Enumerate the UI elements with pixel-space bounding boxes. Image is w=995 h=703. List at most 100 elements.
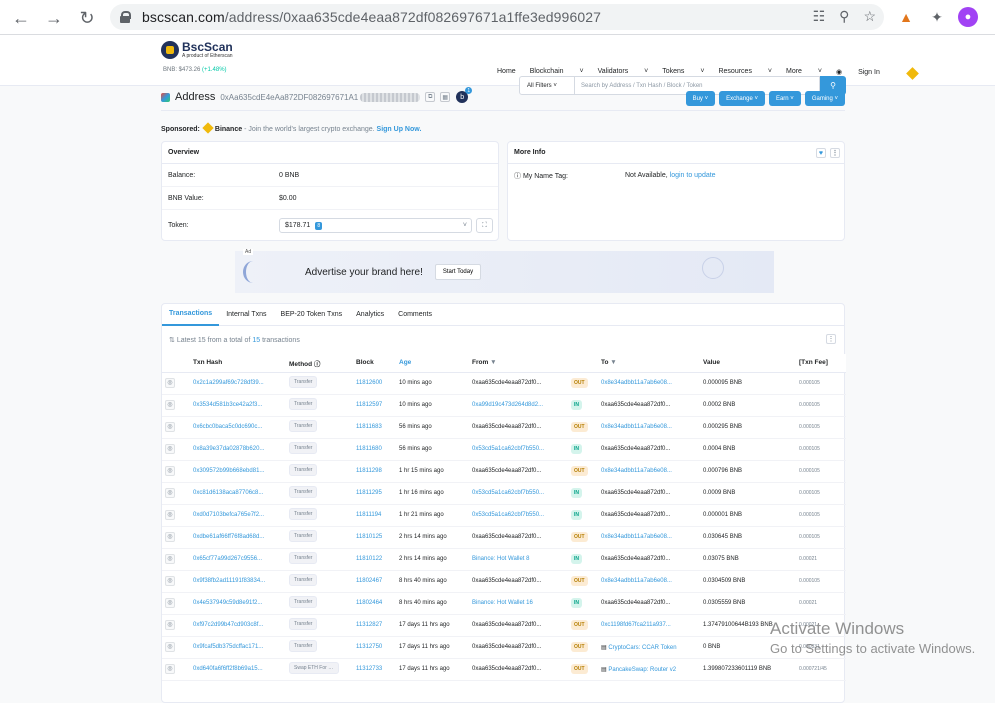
- ad-banner[interactable]: Ad Advertise your brand here! Start Toda…: [235, 249, 774, 293]
- block-link[interactable]: 11810122: [356, 556, 382, 562]
- txn-hash-link[interactable]: 0xc81d6138aca87706c8...: [193, 490, 263, 496]
- block-link[interactable]: 11811680: [356, 446, 382, 452]
- txn-hash-link[interactable]: 0x65cf77a99d267c9556...: [193, 556, 262, 562]
- exchange-button[interactable]: Exchange ˅: [719, 91, 765, 106]
- tab-analytics[interactable]: Analytics: [349, 304, 391, 326]
- more-options-icon[interactable]: ⋮: [826, 334, 836, 344]
- start-today-button[interactable]: Start Today: [434, 264, 482, 280]
- qr-code-icon[interactable]: ▦: [440, 92, 451, 102]
- txn-hash-link[interactable]: 0x9fcaf5db375dcffac171...: [193, 644, 263, 650]
- block-link[interactable]: 11802464: [356, 600, 382, 606]
- block-link[interactable]: 11810125: [356, 534, 382, 540]
- txn-hash-link[interactable]: 0x309572b99b668ebd81...: [193, 468, 264, 474]
- view-details-eye-icon[interactable]: ◎: [165, 466, 175, 476]
- view-details-eye-icon[interactable]: ◎: [165, 400, 175, 410]
- heart-icon[interactable]: ♥: [816, 148, 826, 158]
- bookmark-star-icon[interactable]: ☆: [863, 8, 876, 25]
- txn-hash-link[interactable]: 0x6cbc0baca5c0dc690c...: [193, 424, 262, 430]
- to-address[interactable]: 0x8e34adbb11a7ab6e08...: [601, 578, 672, 584]
- bnb-logo-icon[interactable]: [905, 67, 919, 80]
- more-options-icon[interactable]: ⋮: [830, 148, 840, 158]
- zoom-icon[interactable]: ⚲: [839, 8, 849, 25]
- view-details-eye-icon[interactable]: ◎: [165, 642, 175, 652]
- block-link[interactable]: 11802467: [356, 578, 382, 584]
- block-link[interactable]: 11312750: [356, 644, 382, 650]
- tab-transactions[interactable]: Transactions: [162, 304, 220, 326]
- view-details-eye-icon[interactable]: ◎: [165, 620, 175, 630]
- nav-home[interactable]: Home: [497, 68, 516, 78]
- nav-sign-in[interactable]: ◉ Sign In: [836, 68, 894, 78]
- view-details-eye-icon[interactable]: ◎: [165, 488, 175, 498]
- block-link[interactable]: 11812600: [356, 380, 382, 386]
- from-address[interactable]: 0x53cd5a1ca62cbf7b550...: [472, 512, 544, 518]
- copy-icon[interactable]: ⧉: [425, 92, 436, 102]
- to-address[interactable]: 0xc1198fd67fca211a937...: [601, 622, 671, 628]
- txn-hash-link[interactable]: 0x9f38fb2ad11191f83834...: [193, 578, 265, 584]
- to-address[interactable]: 0x8e34adbb11a7ab6e08...: [601, 424, 672, 430]
- token-dropdown[interactable]: $178.71 8 ˅: [279, 218, 472, 233]
- txn-hash-link[interactable]: 0xf97c2d99b47cd903c8f...: [193, 622, 263, 628]
- sign-up-link[interactable]: Sign Up Now.: [377, 126, 422, 133]
- block-link[interactable]: 11811298: [356, 468, 382, 474]
- bscscan-logo[interactable]: BscScan A product of Etherscan: [161, 41, 233, 59]
- nav-resources[interactable]: Resources ˅: [718, 68, 772, 78]
- nav-more[interactable]: More ˅: [786, 68, 822, 78]
- to-address[interactable]: 0x8e34adbb11a7ab6e08...: [601, 534, 672, 540]
- view-details-eye-icon[interactable]: ◎: [165, 598, 175, 608]
- nav-validators[interactable]: Validators ˅: [598, 68, 649, 78]
- view-details-eye-icon[interactable]: ◎: [165, 576, 175, 586]
- from-address[interactable]: 0x53cd5a1ca62cbf7b550...: [472, 490, 544, 496]
- expand-icon[interactable]: ⛶: [476, 218, 493, 233]
- reload-icon[interactable]: ↻: [76, 7, 98, 29]
- filter-icon[interactable]: ▼: [490, 359, 496, 366]
- block-link[interactable]: 11312827: [356, 622, 382, 628]
- to-address[interactable]: CryptoCars: CCAR Token: [608, 645, 676, 651]
- nav-tokens[interactable]: Tokens ˅: [662, 68, 704, 78]
- tab-internal-txns[interactable]: Internal Txns: [219, 304, 273, 326]
- nav-blockchain[interactable]: Blockchain ˅: [530, 68, 584, 78]
- txn-hash-link[interactable]: 0x2c1a299af69c728df39...: [193, 380, 264, 386]
- from-address[interactable]: Binance: Hot Wallet 8: [472, 556, 529, 562]
- block-link[interactable]: 11811194: [356, 512, 381, 518]
- block-link[interactable]: 11812597: [356, 402, 382, 408]
- from-address[interactable]: 0xa99d19c473d264d8d2...: [472, 402, 543, 408]
- txn-hash-link[interactable]: 0xdbe61af66ff76f8ad68d...: [193, 534, 264, 540]
- back-arrow-icon[interactable]: ←: [10, 7, 32, 29]
- view-details-eye-icon[interactable]: ◎: [165, 532, 175, 542]
- earn-button[interactable]: Earn ˅: [768, 91, 801, 106]
- tab-comments[interactable]: Comments: [391, 304, 439, 326]
- block-link[interactable]: 11811295: [356, 490, 382, 496]
- view-details-eye-icon[interactable]: ◎: [165, 554, 175, 564]
- to-address[interactable]: 0x8e34adbb11a7ab6e08...: [601, 468, 672, 474]
- block-link[interactable]: 11312733: [356, 666, 382, 672]
- filter-icon[interactable]: ▼: [610, 359, 616, 366]
- txn-hash-link[interactable]: 0x4e537949c59d8e91f2...: [193, 600, 262, 606]
- view-details-eye-icon[interactable]: ◎: [165, 444, 175, 454]
- address-bar[interactable]: bscscan.com/address/0xaa635cde4eaa872df0…: [110, 4, 884, 30]
- buy-button[interactable]: Buy ˅: [685, 91, 716, 106]
- txn-hash-link[interactable]: 0xd0d7103befca765e7f2...: [193, 512, 264, 518]
- gaming-button[interactable]: Gaming ˅: [804, 91, 845, 106]
- view-details-eye-icon[interactable]: ◎: [165, 422, 175, 432]
- view-details-eye-icon[interactable]: ◎: [165, 378, 175, 388]
- translate-icon[interactable]: ☷: [813, 8, 826, 25]
- col-age[interactable]: Age: [396, 354, 469, 373]
- txn-hash-link[interactable]: 0x3534d581b3ce42a2f3...: [193, 402, 262, 408]
- txn-hash-link[interactable]: 0x8a39e37da02878b620...: [193, 446, 264, 452]
- total-count-link[interactable]: 15: [252, 337, 260, 344]
- to-address[interactable]: 0x8e34adbb11a7ab6e08...: [601, 380, 672, 386]
- blockscan-chat-icon[interactable]: b1: [456, 87, 473, 103]
- profile-avatar-icon[interactable]: ●: [958, 7, 978, 27]
- tab-bep20-token-txns[interactable]: BEP-20 Token Txns: [274, 304, 350, 326]
- from-address[interactable]: 0x53cd5a1ca62cbf7b550...: [472, 446, 544, 452]
- txn-hash-link[interactable]: 0xd640fa6f6ff2f8b69a15...: [193, 666, 263, 672]
- extensions-puzzle-icon[interactable]: ✦: [927, 7, 947, 27]
- col-txn-fee[interactable]: [Txn Fee]: [796, 354, 846, 373]
- block-link[interactable]: 11811683: [356, 424, 382, 430]
- to-address[interactable]: PancakeSwap: Router v2: [608, 667, 676, 673]
- forward-arrow-icon[interactable]: →: [43, 7, 65, 29]
- metamask-fox-icon[interactable]: ▲: [896, 7, 916, 27]
- login-link[interactable]: login to update: [670, 172, 716, 179]
- from-address[interactable]: Binance: Hot Wallet 16: [472, 600, 533, 606]
- view-details-eye-icon[interactable]: ◎: [165, 664, 175, 674]
